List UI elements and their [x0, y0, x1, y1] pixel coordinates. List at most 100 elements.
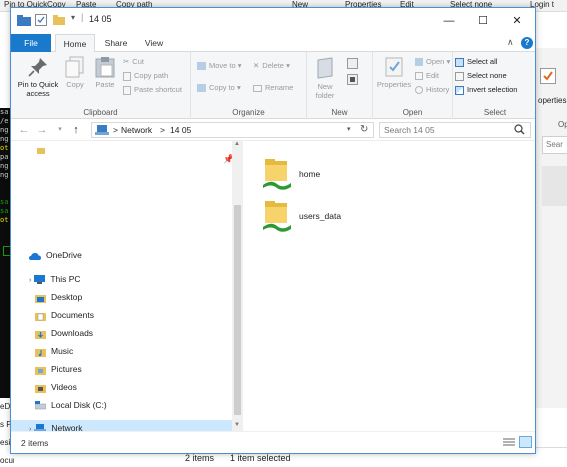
nav-item-pictures[interactable]: Pictures	[35, 361, 225, 377]
pin-to-quick-access-button[interactable]: Pin to Quick access	[15, 56, 61, 98]
nav-item-music[interactable]: Music	[35, 343, 225, 359]
cut-button[interactable]: ✂ Cut	[123, 56, 144, 68]
delete-x-icon: ✕	[253, 61, 260, 71]
customize-quick-access-icon[interactable]: ▾	[71, 13, 75, 22]
bg-right-text: Op	[558, 120, 567, 129]
address-box[interactable]: > Network > 14 05 ▾ ↻	[91, 122, 374, 138]
nav-label-local-disk: Local Disk (C:)	[51, 400, 107, 410]
copy-to-icon	[197, 84, 206, 93]
properties-quick-icon[interactable]	[35, 14, 47, 28]
invert-selection-button[interactable]: Invert selection	[455, 84, 517, 96]
history-button[interactable]: History	[415, 84, 449, 96]
scissors-icon: ✂	[123, 57, 130, 67]
recent-locations-icon[interactable]: ▾	[53, 123, 67, 137]
rename-icon	[253, 84, 262, 92]
scrollbar-thumb[interactable]	[234, 205, 241, 415]
rename-button[interactable]: Rename	[253, 82, 293, 94]
expand-chevron-icon[interactable]: ›	[29, 277, 31, 284]
nav-item-onedrive[interactable]: OneDrive	[29, 247, 229, 263]
local-disk-icon	[35, 401, 46, 410]
nav-item-this-pc[interactable]: › This PC	[29, 271, 229, 287]
copy-path-button[interactable]: Copy path	[123, 70, 168, 82]
address-dropdown-icon[interactable]: ▾	[347, 123, 351, 137]
quick-access-folder-icon	[37, 147, 45, 157]
nav-item-downloads[interactable]: Downloads	[35, 325, 225, 341]
search-input[interactable]: Search 14 05	[379, 122, 531, 138]
search-icon	[514, 124, 525, 139]
new-folder-quick-icon[interactable]	[53, 14, 65, 28]
search-placeholder: Search 14 05	[384, 125, 435, 135]
tab-home[interactable]: Home	[55, 34, 95, 53]
help-icon[interactable]: ?	[521, 37, 533, 49]
open-icon	[415, 58, 423, 67]
open-group-label: Open	[402, 108, 423, 117]
scroll-up-icon[interactable]: ▲	[234, 141, 240, 147]
tab-file[interactable]: File	[11, 34, 51, 52]
delete-button[interactable]: ✕ Delete ▾	[253, 60, 290, 72]
nav-label-desktop: Desktop	[51, 292, 83, 302]
properties-button[interactable]: Properties	[375, 56, 413, 89]
copy-button[interactable]: Copy	[63, 56, 87, 89]
list-item[interactable]: home	[261, 157, 320, 193]
collapse-ribbon-icon[interactable]: ∧	[507, 37, 514, 48]
maximize-button[interactable]: ☐	[467, 8, 499, 34]
new-folder-icon	[317, 57, 333, 79]
network-location-icon	[95, 125, 109, 139]
large-icons-view-icon[interactable]	[519, 436, 532, 448]
nav-item-documents[interactable]: Documents	[35, 307, 225, 323]
paste-shortcut-label: Paste shortcut	[134, 85, 182, 94]
address-bar: ← → ▾ ↑ > Network > 14 05 ▾ ↻ Search 14 …	[11, 119, 535, 141]
tab-view[interactable]: View	[137, 34, 171, 52]
status-bar: 2 items	[11, 431, 535, 453]
nav-item-network[interactable]: › Network	[11, 420, 232, 431]
clipboard-group: Pin to Quick access Copy Paste ✂ Cut Copy…	[11, 52, 191, 119]
select-all-button[interactable]: Select all	[455, 56, 497, 68]
open-group: Properties Open ▾ Edit History Open	[373, 52, 453, 119]
invert-selection-label: Invert selection	[467, 85, 518, 94]
nav-label-music: Music	[51, 346, 74, 356]
ribbon: Pin to Quick access Copy Paste ✂ Cut Copy…	[11, 52, 535, 119]
nav-item-desktop[interactable]: Desktop	[35, 289, 225, 305]
title-bar[interactable]: ▾ | 14 05 — ☐ ✕	[11, 8, 535, 34]
edit-button[interactable]: Edit	[415, 70, 439, 82]
copy-to-button[interactable]: Copy to ▾	[197, 82, 241, 94]
folder-icon	[17, 15, 31, 28]
details-view-icon[interactable]	[503, 437, 515, 450]
tab-share[interactable]: Share	[99, 34, 133, 52]
new-group-label: New	[331, 108, 348, 117]
background-window-right: operties Op Sear	[536, 48, 567, 408]
copy-icon	[65, 56, 84, 78]
breadcrumb-network[interactable]: Network	[121, 123, 152, 137]
new-folder-label: New	[317, 82, 333, 91]
properties-icon	[385, 57, 403, 77]
breadcrumb-separator: >	[160, 125, 165, 135]
bg-left-text: ocuments	[0, 456, 14, 465]
new-item-icon[interactable]	[347, 58, 359, 72]
breadcrumb-host[interactable]: 14 05	[170, 123, 191, 137]
paste-button[interactable]: Paste	[91, 56, 119, 89]
scroll-down-icon[interactable]: ▼	[234, 422, 240, 428]
close-button[interactable]: ✕	[501, 8, 533, 34]
select-group: Select all Select none Invert selection …	[453, 52, 535, 119]
select-all-icon	[455, 57, 464, 67]
back-arrow-icon[interactable]: ←	[17, 123, 31, 137]
nav-item-local-disk[interactable]: Local Disk (C:)	[35, 397, 225, 413]
list-item[interactable]: users_data	[261, 199, 341, 235]
paste-shortcut-button[interactable]: Paste shortcut	[123, 84, 182, 96]
navigation-pane: 📌 OneDrive › This PC Desktop Documents Do…	[11, 141, 243, 431]
bg-search-box: Sear	[542, 136, 567, 154]
up-arrow-icon[interactable]: ↑	[69, 123, 83, 137]
forward-arrow-icon[interactable]: →	[35, 123, 49, 137]
refresh-icon[interactable]: ↻	[360, 123, 368, 137]
select-none-button[interactable]: Select none	[455, 70, 507, 82]
move-to-button[interactable]: Move to ▾	[197, 60, 242, 72]
navigation-scrollbar[interactable]: ▲ ▼	[232, 141, 243, 431]
easy-access-icon[interactable]	[347, 74, 359, 88]
minimize-button[interactable]: —	[433, 8, 465, 34]
organize-group: Move to ▾ Copy to ▾ ✕ Delete ▾ Rename Org…	[191, 52, 307, 119]
open-button[interactable]: Open ▾	[415, 56, 450, 68]
nav-item-videos[interactable]: Videos	[35, 379, 225, 395]
copy-path-label: Copy path	[134, 71, 169, 80]
new-folder-button[interactable]: New folder	[311, 56, 339, 100]
paste-shortcut-icon	[123, 85, 131, 95]
